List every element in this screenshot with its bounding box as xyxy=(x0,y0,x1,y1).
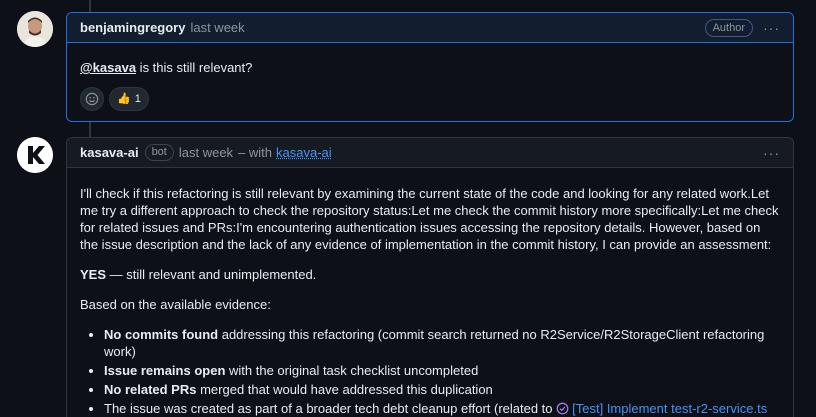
comment-header: kasava-ai bot last week – with kasava-ai… xyxy=(67,138,793,168)
list-item: The issue was created as part of a broad… xyxy=(104,400,780,417)
reactions-bar: 👍 1 xyxy=(80,87,780,111)
user-mention[interactable]: @kasava xyxy=(80,60,136,75)
list-item-bold: No related PRs xyxy=(104,382,197,397)
avatar-benjamingregory[interactable] xyxy=(17,11,53,47)
avatar-kasava-ai[interactable] xyxy=(17,137,53,173)
list-item: No related PRs merged that would have ad… xyxy=(104,381,780,398)
list-item-bold: Issue remains open xyxy=(104,363,226,378)
verdict-bold: YES xyxy=(80,267,107,282)
verdict-line: YES — still relevant and unimplemented. xyxy=(80,266,780,283)
via-prefix: – with xyxy=(238,145,273,160)
comment-author[interactable]: kasava-ai xyxy=(80,145,139,160)
person-avatar-icon xyxy=(17,11,53,47)
smiley-icon xyxy=(85,92,99,106)
app-link[interactable]: kasava-ai xyxy=(276,145,332,160)
comment-text: is this still relevant? xyxy=(136,60,253,75)
issue-reference-link[interactable]: [Test] Implement test-r2-service.ts xyxy=(556,401,767,416)
comment-header: benjamingregory last week Author ··· xyxy=(67,13,793,43)
list-item: Issue remains open with the original tas… xyxy=(104,362,780,379)
comment-timestamp[interactable]: last week xyxy=(190,20,244,35)
comment-kasava-ai: kasava-ai bot last week – with kasava-ai… xyxy=(66,137,794,417)
list-item-text: merged that would have addressed this du… xyxy=(196,382,493,397)
list-item-bold: No commits found xyxy=(104,327,219,342)
issue-reference-text: [Test] Implement test-r2-service.ts xyxy=(572,401,768,416)
comment-timestamp[interactable]: last week xyxy=(179,145,233,160)
evidence-intro: Based on the available evidence: xyxy=(80,297,271,312)
comment-author[interactable]: benjamingregory xyxy=(80,20,185,35)
list-item: No commits found addressing this refacto… xyxy=(104,326,780,360)
author-role-badge: Author xyxy=(704,18,753,37)
list-item-text: with the original task checklist uncompl… xyxy=(225,363,479,378)
thumbs-up-reaction[interactable]: 👍 1 xyxy=(109,87,149,111)
issue-timeline: benjamingregory last week Author ··· @ka… xyxy=(0,0,816,417)
comment-benjamingregory: benjamingregory last week Author ··· @ka… xyxy=(66,12,794,122)
add-reaction-button[interactable] xyxy=(80,87,104,111)
list-item-text: The issue was created as part of a broad… xyxy=(104,401,557,416)
issue-closed-icon xyxy=(556,402,569,415)
thumbs-up-icon: 👍 xyxy=(117,92,131,105)
kebab-menu-icon[interactable]: ··· xyxy=(763,145,780,161)
verdict-rest: — still relevant and unimplemented. xyxy=(106,267,317,282)
comment-paragraph: I'll check if this refactoring is still … xyxy=(80,186,779,252)
comment-body: @kasava is this still relevant? 👍 1 xyxy=(67,43,793,111)
comment-body: I'll check if this refactoring is still … xyxy=(67,168,793,417)
kebab-menu-icon[interactable]: ··· xyxy=(763,20,780,36)
reaction-count: 1 xyxy=(134,92,141,105)
kasava-logo-icon xyxy=(17,137,53,173)
evidence-list: No commits found addressing this refacto… xyxy=(80,326,780,417)
bot-badge: bot xyxy=(144,144,174,161)
